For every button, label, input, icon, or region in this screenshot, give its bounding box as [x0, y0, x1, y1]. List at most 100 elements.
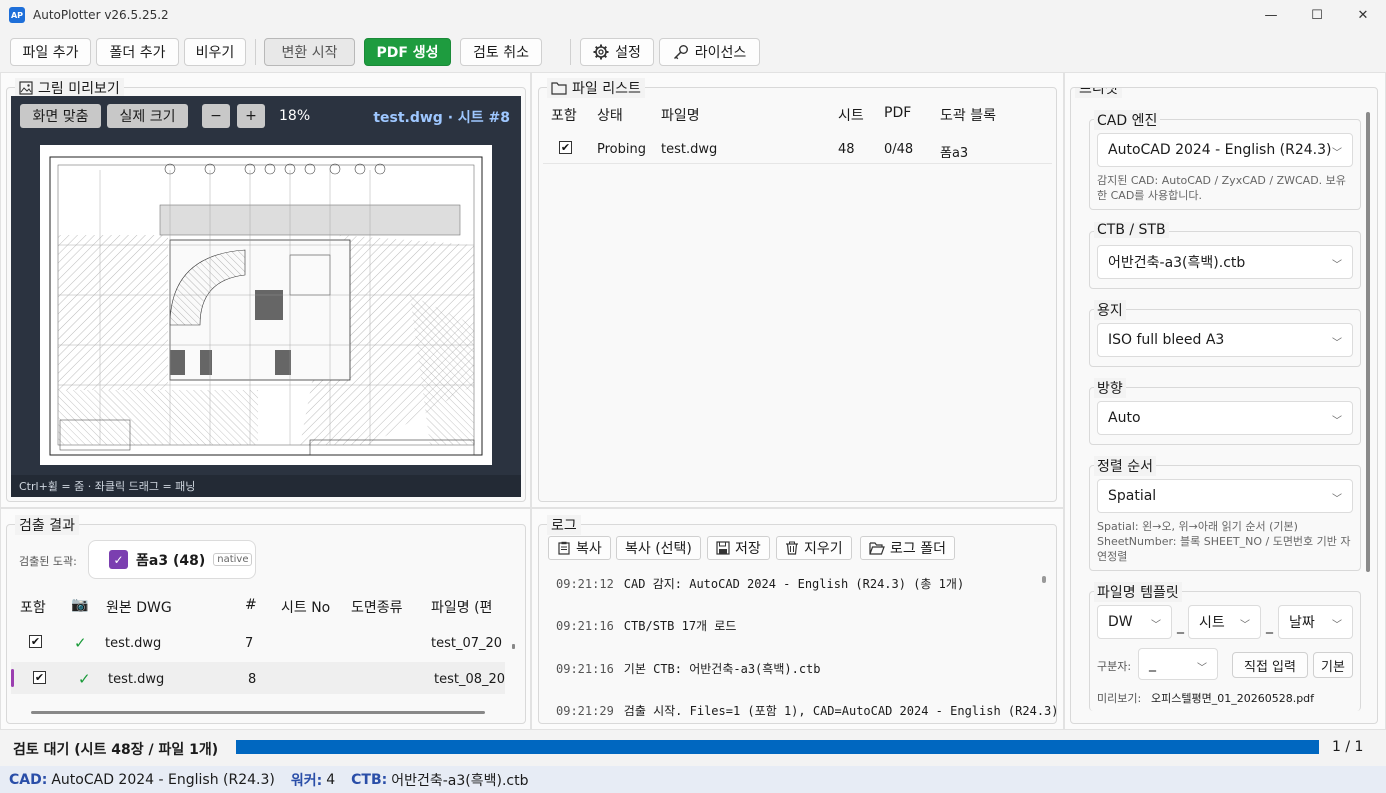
convert-start-button[interactable]: 변환 시작: [264, 38, 355, 66]
camera-icon[interactable]: 📷: [71, 597, 88, 613]
col-sheets[interactable]: 시트: [838, 105, 864, 125]
image-icon: [19, 81, 33, 95]
col-block[interactable]: 도곽 블록: [940, 105, 996, 125]
paper-select[interactable]: ISO full bleed A3 ﹀: [1097, 323, 1353, 357]
template-part-3[interactable]: 날짜 ﹀: [1278, 605, 1353, 639]
template-separator: _: [1266, 618, 1273, 634]
progress-count: 1 / 1: [1332, 739, 1364, 755]
block-chip[interactable]: ✓ 폼a3 (48) native: [88, 540, 256, 579]
log-folder-button[interactable]: 로그 폴더: [860, 536, 955, 560]
manual-input-button[interactable]: 직접 입력: [1232, 652, 1308, 678]
chip-label: 폼a3 (48): [136, 552, 206, 569]
chevron-down-icon: ﹀: [1332, 148, 1342, 159]
sort-select[interactable]: Spatial ﹀: [1097, 479, 1353, 513]
found-label: 검출된 도곽:: [19, 555, 77, 568]
detect-col-num[interactable]: #: [245, 597, 257, 613]
file-include-checkbox[interactable]: ✔: [559, 141, 572, 154]
settings-label: 설정: [615, 45, 641, 61]
col-include[interactable]: 포함: [551, 105, 577, 125]
row-fname: test_08_20: [434, 672, 506, 687]
row-num: 7: [245, 636, 254, 651]
status-bar: CAD: AutoCAD 2024 - English (R24.3) 워커: …: [0, 766, 1386, 793]
app-title: AutoPlotter v26.5.25.2: [33, 8, 169, 22]
title-bar: AP AutoPlotter v26.5.25.2 — ☐ ✕: [0, 0, 1386, 30]
cad-engine-select[interactable]: AutoCAD 2024 - English (R24.3) ﹀: [1097, 133, 1353, 167]
file-status: Probing: [597, 142, 646, 157]
horizontal-scrollbar[interactable]: [31, 711, 485, 714]
file-name: test.dwg: [661, 142, 718, 157]
preview-label: 미리보기:: [1097, 692, 1142, 705]
orientation-label: 방향: [1094, 378, 1126, 398]
cancel-review-button[interactable]: 검토 취소: [460, 38, 542, 66]
open-folder-icon: [869, 542, 885, 555]
pdf-generate-button[interactable]: PDF 생성: [364, 38, 451, 66]
add-file-button[interactable]: 파일 추가: [10, 38, 91, 66]
delimiter-select[interactable]: _ ﹀: [1138, 648, 1218, 680]
maximize-button[interactable]: ☐: [1294, 0, 1340, 30]
template-part-1[interactable]: DW ﹀: [1097, 605, 1172, 639]
preview-canvas[interactable]: 화면 맞춤 실제 크기 − + 18% test.dwg · 시트 #8 Ctr…: [11, 96, 521, 497]
log-save-button[interactable]: 저장: [707, 536, 770, 560]
drawing-preview: [49, 156, 483, 456]
preset-scrollbar[interactable]: [1366, 112, 1370, 572]
row-num: 8: [248, 672, 257, 687]
log-clear-label: 지우기: [804, 541, 843, 557]
add-folder-button[interactable]: 폴더 추가: [96, 38, 179, 66]
save-icon: [716, 541, 730, 555]
detect-col-sheetno[interactable]: 시트 No: [281, 597, 330, 617]
license-label: 라이선스: [694, 45, 747, 61]
log-copy-button[interactable]: 복사: [548, 536, 611, 560]
sort-label: 정렬 순서: [1094, 456, 1156, 476]
log-clear-button[interactable]: 지우기: [776, 536, 852, 560]
minimize-button[interactable]: —: [1248, 0, 1294, 30]
zoom-in-button[interactable]: +: [237, 104, 265, 128]
paper-label: 용지: [1094, 300, 1126, 320]
filename-preview: 오피스텔평면_01_20260528.pdf: [1151, 692, 1315, 705]
log-line: 09:21:29 검출 시작. Files=1 (포함 1), CAD=AutoC…: [556, 704, 1059, 718]
col-status[interactable]: 상태: [597, 105, 623, 125]
cad-engine-hint: 감지된 CAD: AutoCAD / ZyxCAD / ZWCAD. 보유한 C…: [1097, 174, 1346, 202]
col-pdf[interactable]: PDF: [884, 105, 911, 121]
fit-button[interactable]: 화면 맞춤: [20, 104, 101, 128]
close-button[interactable]: ✕: [1340, 0, 1386, 30]
row-include-checkbox[interactable]: ✔: [29, 635, 42, 648]
file-block: 폼a3: [940, 146, 969, 161]
gear-icon: [593, 44, 609, 60]
detect-col-fname[interactable]: 파일명 (편: [431, 597, 501, 617]
preset-title: 프리셋: [1079, 87, 1118, 97]
log-line: 09:21:12 CAD 감지: AutoCAD 2024 - English (…: [556, 577, 965, 591]
status-cad-key: CAD:: [9, 771, 48, 788]
actual-size-button[interactable]: 실제 크기: [107, 104, 188, 128]
detect-col-dwg[interactable]: 원본 DWG: [106, 597, 172, 617]
default-button[interactable]: 기본: [1313, 652, 1353, 678]
ctb-select[interactable]: 어반건축-a3(흑백).ctb ﹀: [1097, 245, 1353, 279]
row-include-checkbox[interactable]: ✔: [33, 671, 46, 684]
log-copy-selection-button[interactable]: 복사 (선택): [616, 536, 701, 560]
vertical-scrollbar[interactable]: [512, 644, 515, 649]
orientation-select[interactable]: Auto ﹀: [1097, 401, 1353, 435]
chevron-down-icon: ﹀: [1151, 620, 1161, 631]
cad-engine-label: CAD 엔진: [1094, 110, 1161, 130]
license-button[interactable]: 라이선스: [659, 38, 760, 66]
chevron-down-icon: ﹀: [1332, 620, 1342, 631]
col-filename[interactable]: 파일명: [661, 105, 700, 125]
log-line: 09:21:16 CTB/STB 17개 로드: [556, 619, 737, 633]
settings-button[interactable]: 설정: [580, 38, 654, 66]
status-worker-value: 4: [326, 771, 336, 788]
status-ctb-key: CTB:: [351, 771, 388, 788]
drawing-sheet: [40, 145, 492, 465]
log-copy-label: 복사: [576, 541, 602, 557]
detect-col-kind[interactable]: 도면종류: [351, 597, 403, 617]
detect-col-include[interactable]: 포함: [20, 597, 46, 617]
zoom-out-button[interactable]: −: [202, 104, 230, 128]
log-line: 09:21:16 기본 CTB: 어반건축-a3(흑백).ctb: [556, 662, 821, 676]
zoom-level: 18%: [279, 108, 311, 124]
clear-button[interactable]: 비우기: [184, 38, 246, 66]
status-worker-key: 워커:: [290, 772, 323, 789]
log-scrollbar[interactable]: [1042, 576, 1046, 583]
chevron-down-icon: ﹀: [1332, 338, 1342, 349]
check-icon: ✓: [74, 634, 87, 652]
status-ctb-value: 어반건축-a3(흑백).ctb: [391, 772, 529, 789]
template-part-2[interactable]: 시트 ﹀: [1188, 605, 1261, 639]
detect-group: 검출 결과: [6, 515, 526, 724]
